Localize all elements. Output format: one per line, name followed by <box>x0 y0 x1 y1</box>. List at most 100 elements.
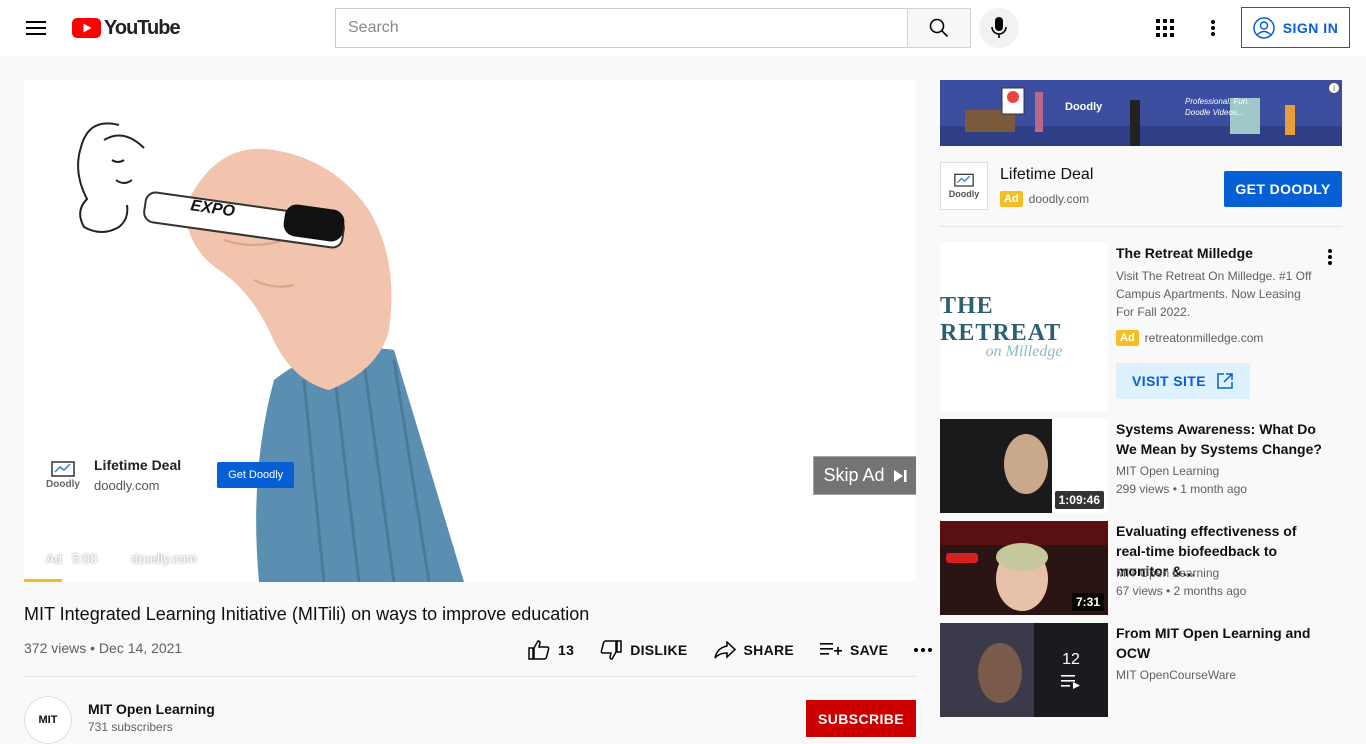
video-channel[interactable]: MIT Open Learning <box>1116 464 1219 478</box>
ad-card-domain[interactable]: doodly.com <box>1029 192 1089 206</box>
banner-tagline: Professional. Fun. Doodle Videos... <box>1185 97 1250 117</box>
video-channel[interactable]: MIT Open Learning <box>1116 566 1219 580</box>
ad-progress-bar[interactable] <box>24 579 916 582</box>
promoted-video[interactable]: THE RETREAT on Milledge The Retreat Mill… <box>940 243 1342 411</box>
video-thumbnail[interactable]: 1:09:46 <box>940 419 1108 513</box>
video-title: MIT Integrated Learning Initiative (MITi… <box>24 604 590 624</box>
promo-thumb-subtitle: on Milledge <box>985 343 1063 360</box>
sidebar-ad-card[interactable]: Doodly Lifetime Deal Ad doodly.com GET D… <box>940 160 1342 212</box>
skip-ad-button[interactable]: Skip Ad <box>813 456 916 495</box>
companion-banner-ad[interactable]: Doodly Professional. Fun. Doodle Videos.… <box>940 80 1342 146</box>
settings-more-button[interactable] <box>1193 8 1233 48</box>
whiteboard-icon <box>954 173 974 187</box>
youtube-apps-button[interactable] <box>1145 8 1185 48</box>
sidebar-divider <box>940 226 1342 227</box>
doodly-card-logo-text: Doodly <box>948 189 980 199</box>
microphone-icon <box>991 17 1007 38</box>
guide-menu-button[interactable] <box>16 8 56 48</box>
promo-domain[interactable]: retreatonmilledge.com <box>1145 331 1264 345</box>
recommended-video[interactable]: 7:31 Evaluating effectiveness of real-ti… <box>940 521 1342 615</box>
doodly-logo[interactable]: Doodly <box>44 456 82 494</box>
sign-in-label: SIGN IN <box>1282 19 1339 36</box>
video-duration: 1:09:46 <box>1054 491 1104 509</box>
playlist-icon <box>1061 675 1080 689</box>
vertical-dots-icon <box>1328 249 1332 265</box>
doodly-card-logo[interactable]: Doodly <box>940 162 988 210</box>
banner-illustration <box>940 80 1342 146</box>
subscribe-button[interactable]: SUBSCRIBE <box>806 700 916 737</box>
ad-cta-button[interactable]: Get Doodly <box>217 462 295 488</box>
view-count-date: 372 views • Dec 14, 2021 <box>24 640 183 656</box>
like-count: 13 <box>558 642 575 658</box>
dislike-label: DISLIKE <box>630 642 688 658</box>
ad-video-frame: EXPO <box>24 80 916 582</box>
ad-badge-row: Ad 5:00 doodly.com <box>46 551 217 566</box>
promo-thumb-title: THE RETREAT <box>940 293 1062 346</box>
voice-search-button[interactable] <box>979 8 1019 48</box>
playlist-channel[interactable]: MIT OpenCourseWare <box>1116 668 1236 682</box>
ad-overlay-info: Doodly Lifetime Deal doodly.com Get Dood… <box>44 450 295 500</box>
video-thumbnail[interactable]: 7:31 <box>940 521 1108 615</box>
share-label: SHARE <box>743 642 795 658</box>
channel-name[interactable]: MIT Open Learning <box>88 701 215 717</box>
video-meta: 299 views • 1 month ago <box>1116 482 1247 496</box>
promo-thumbnail[interactable]: THE RETREAT on Milledge <box>940 243 1108 411</box>
info-divider <box>24 676 916 677</box>
get-doodly-button[interactable]: GET DOODLY <box>1224 171 1342 207</box>
ad-label: Ad <box>46 551 62 566</box>
ad-card-title[interactable]: Lifetime Deal <box>1000 166 1093 184</box>
skip-ad-label: Skip Ad <box>823 465 885 485</box>
open-in-new-icon <box>1217 373 1233 389</box>
promo-title[interactable]: The Retreat Milledge <box>1116 245 1253 261</box>
ad-progress-fill <box>24 579 63 582</box>
playlist-count: 12 <box>1062 651 1080 668</box>
masthead: YouTube SIGN IN <box>0 0 1366 56</box>
promo-domain-row: Ad retreatonmilledge.com <box>1116 330 1263 346</box>
search-button[interactable] <box>907 8 971 48</box>
video-title[interactable]: Systems Awareness: What Do We Mean by Sy… <box>1116 419 1326 459</box>
playlist-add-icon <box>820 643 843 655</box>
dislike-button[interactable]: DISLIKE <box>600 640 687 660</box>
youtube-logo[interactable]: YouTube <box>72 16 181 40</box>
info-icon[interactable] <box>107 551 121 566</box>
ad-domain[interactable]: doodly.com <box>94 478 181 493</box>
promo-description: Visit The Retreat On Milledge. #1 Off Ca… <box>1116 269 1312 319</box>
banner-doodly-logo: Doodly <box>1065 101 1103 113</box>
video-player[interactable]: EXPO Doodly Lifetime Deal doodly.com Get… <box>24 80 916 582</box>
thumbs-down-icon <box>600 640 622 660</box>
ad-text: Lifetime Deal doodly.com <box>94 457 181 493</box>
promo-ad-badge: Ad <box>1116 330 1139 346</box>
horizontal-dots-icon <box>914 648 933 652</box>
vertical-dots-icon <box>1211 20 1215 36</box>
video-duration: 7:31 <box>1071 593 1104 611</box>
promo-menu-button[interactable] <box>1318 245 1342 269</box>
ad-bottom-domain[interactable]: doodly.com <box>131 551 197 566</box>
share-icon <box>713 641 736 659</box>
save-label: SAVE <box>850 642 889 658</box>
sign-in-button[interactable]: SIGN IN <box>1241 7 1350 48</box>
search-icon <box>929 18 949 38</box>
thumbs-up-icon <box>528 640 550 660</box>
save-button[interactable]: SAVE <box>820 642 888 658</box>
recommended-video[interactable]: 1:09:46 Systems Awareness: What Do We Me… <box>940 419 1342 513</box>
channel-avatar[interactable]: MIT <box>24 696 72 744</box>
subscriber-count: 731 subscribers <box>88 720 173 734</box>
account-circle-icon <box>1252 16 1275 39</box>
ad-card-domain-row: Ad doodly.com <box>1000 191 1089 207</box>
search-input[interactable] <box>335 8 907 48</box>
playlist-title[interactable]: From MIT Open Learning and OCW <box>1116 623 1326 663</box>
like-button[interactable]: 13 <box>528 640 574 660</box>
ad-title[interactable]: Lifetime Deal <box>94 457 181 473</box>
apps-grid-icon <box>1156 19 1174 37</box>
recommended-playlist[interactable]: 12 From MIT Open Learning and OCW MIT Op… <box>940 623 1342 717</box>
more-actions-button[interactable] <box>914 648 933 652</box>
visit-site-button[interactable]: VISIT SITE <box>1116 363 1250 399</box>
playlist-thumbnail[interactable]: 12 <box>940 623 1108 717</box>
channel-avatar-text: MIT <box>38 714 58 726</box>
external-link-icon <box>207 553 217 563</box>
share-button[interactable]: SHARE <box>713 641 795 659</box>
logo-text: YouTube <box>104 16 181 39</box>
visit-site-label: VISIT SITE <box>1131 373 1206 389</box>
ad-info-icon[interactable]: i <box>1328 82 1340 94</box>
hamburger-icon <box>26 21 46 35</box>
